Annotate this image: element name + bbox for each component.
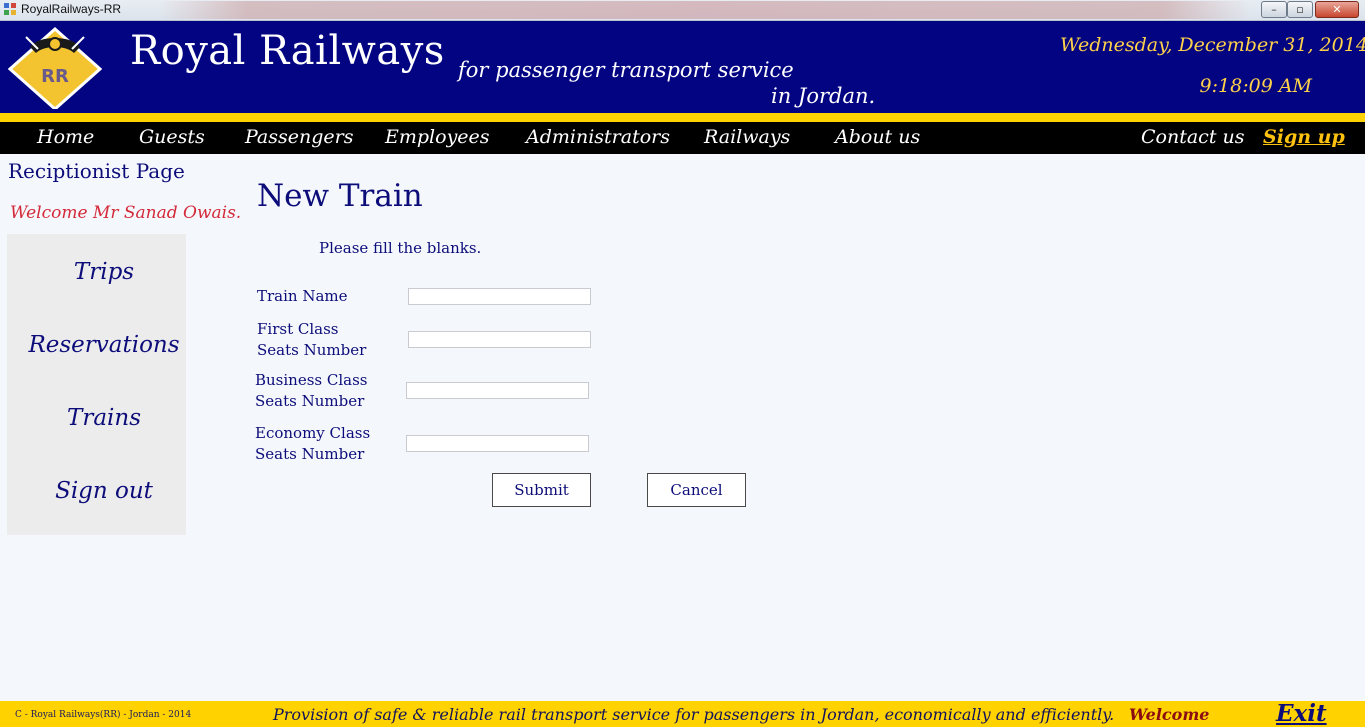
- first-class-label: First Class Seats Number: [257, 319, 366, 361]
- nav-employees[interactable]: Employees: [385, 126, 490, 148]
- submit-button[interactable]: Submit: [492, 473, 591, 507]
- close-icon: ✕: [1332, 3, 1342, 16]
- economy-class-seats-input[interactable]: [406, 435, 589, 452]
- sidebar-link-sign-out[interactable]: Sign out: [7, 478, 201, 504]
- minimize-button[interactable]: –: [1261, 1, 1287, 18]
- first-class-label-line2: Seats Number: [257, 341, 367, 359]
- nav-home[interactable]: Home: [37, 126, 94, 148]
- page-label: Reciptionist Page: [8, 159, 185, 183]
- nav-contact-us[interactable]: Contact us: [1141, 126, 1244, 148]
- maximize-button[interactable]: ▫: [1287, 1, 1313, 18]
- app-icon: [4, 3, 16, 15]
- footer-slogan: Provision of safe & reliable rail transp…: [273, 705, 1115, 724]
- nav-about-us[interactable]: About us: [835, 126, 920, 148]
- current-time: 9:18:09 AM: [1199, 75, 1312, 97]
- form-heading: New Train: [257, 178, 423, 214]
- train-name-label-line1: Train Name: [257, 287, 348, 305]
- business-class-label: Business Class Seats Number: [255, 370, 368, 412]
- economy-class-label-line1: Economy Class: [255, 424, 371, 442]
- first-class-seats-input[interactable]: [408, 331, 591, 348]
- economy-class-label-line2: Seats Number: [255, 445, 365, 463]
- nav-sign-up[interactable]: Sign up: [1263, 126, 1345, 148]
- royal-railways-logo: RR: [8, 26, 102, 109]
- titlebar-shade: [160, 1, 1250, 19]
- current-date: Wednesday, December 31, 2014: [1060, 34, 1365, 56]
- exit-link[interactable]: Exit: [1276, 700, 1327, 727]
- train-name-input[interactable]: [408, 288, 591, 305]
- nav-administrators[interactable]: Administrators: [526, 126, 670, 148]
- first-class-label-line1: First Class: [257, 320, 339, 338]
- logo-text: RR: [41, 66, 69, 87]
- nav-guests[interactable]: Guests: [139, 126, 205, 148]
- window-title: RoyalRailways-RR: [21, 2, 122, 16]
- sidebar-link-trains[interactable]: Trains: [7, 405, 201, 431]
- maximize-icon: ▫: [1296, 3, 1304, 16]
- business-class-label-line2: Seats Number: [255, 392, 365, 410]
- train-name-label: Train Name: [257, 286, 348, 307]
- economy-class-label: Economy Class Seats Number: [255, 423, 370, 465]
- tagline-line-1: for passenger transport service: [458, 58, 794, 82]
- cancel-button[interactable]: Cancel: [647, 473, 746, 507]
- close-button[interactable]: ✕: [1315, 1, 1359, 18]
- footer-welcome: Welcome: [1129, 705, 1210, 724]
- minimize-icon: –: [1271, 3, 1277, 16]
- brand-title: Royal Railways: [130, 28, 445, 74]
- nav-railways[interactable]: Railways: [704, 126, 790, 148]
- form-instruction: Please fill the blanks.: [319, 239, 482, 257]
- welcome-message: Welcome Mr Sanad Owais.: [10, 203, 242, 223]
- copyright-text: C - Royal Railways(RR) - Jordan - 2014: [15, 710, 192, 720]
- business-class-label-line1: Business Class: [255, 371, 368, 389]
- tagline-line-2: in Jordan.: [771, 84, 876, 108]
- business-class-seats-input[interactable]: [406, 382, 589, 399]
- nav-passengers[interactable]: Passengers: [245, 126, 353, 148]
- header-accent-stripe: [0, 113, 1365, 122]
- sidebar-link-reservations[interactable]: Reservations: [7, 332, 201, 358]
- sidebar-link-trips[interactable]: Trips: [7, 259, 201, 285]
